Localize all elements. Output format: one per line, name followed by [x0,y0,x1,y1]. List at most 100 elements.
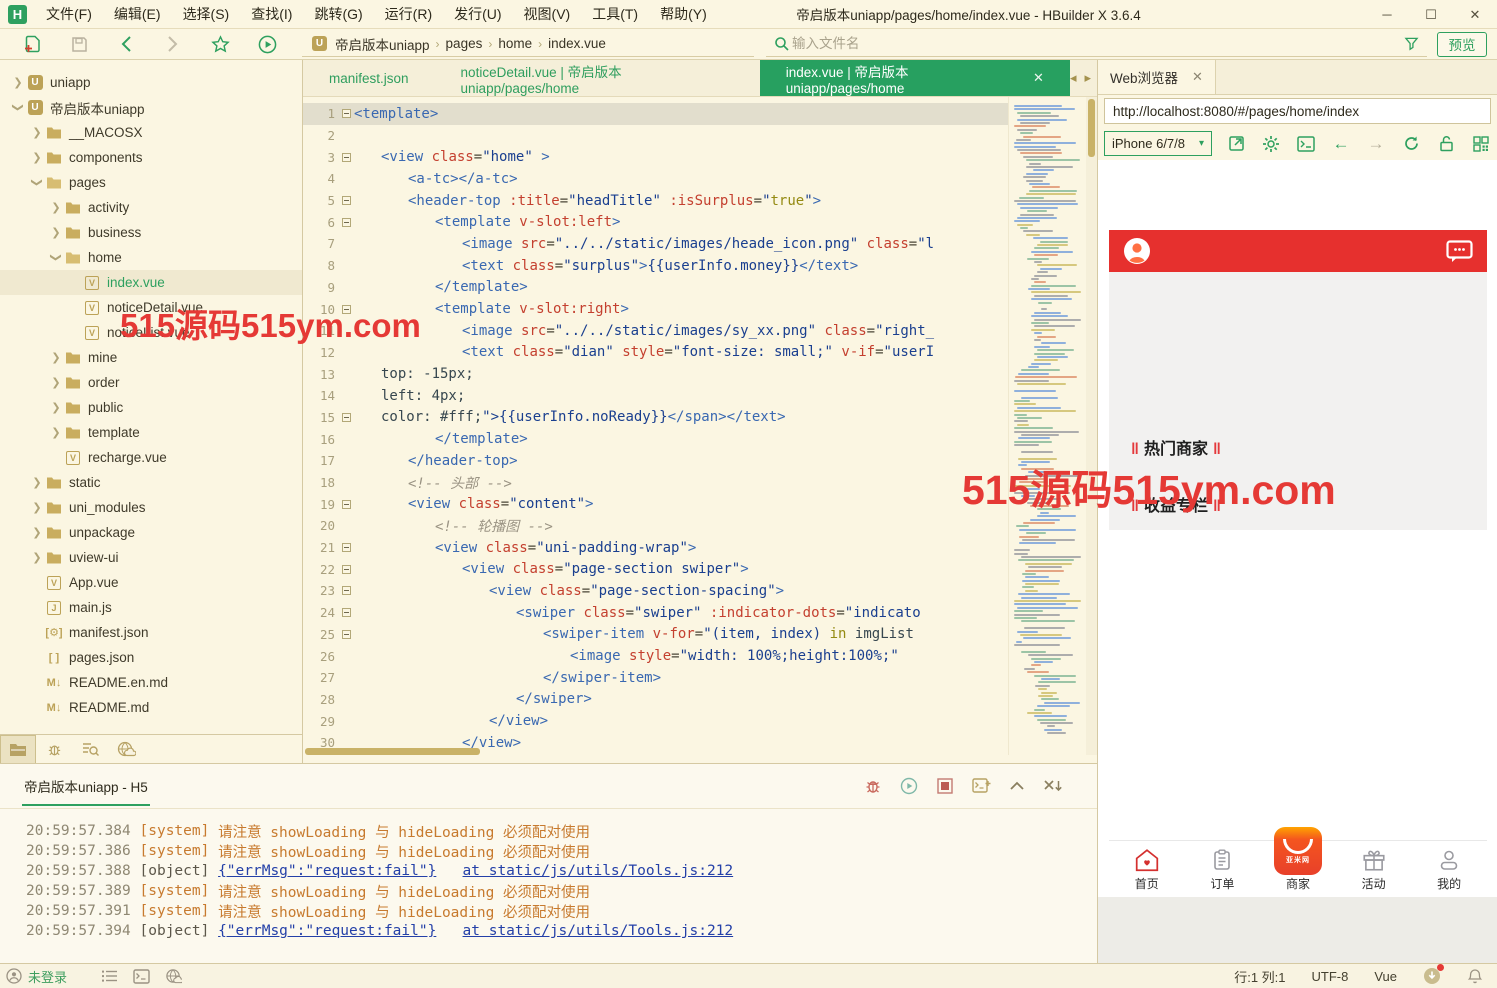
tree-item[interactable]: ❯template [0,420,302,445]
menu-item[interactable]: 查找(I) [240,0,303,28]
tabbar-item-profile[interactable]: 我的 [1411,841,1487,897]
tab-close-icon[interactable]: ✕ [1033,70,1044,86]
qrcode-icon[interactable] [1471,134,1491,154]
chevron-collapsed-icon[interactable]: ❯ [10,76,26,89]
tree-item[interactable]: ❯unpackage [0,520,302,545]
collapse-button[interactable] [1007,776,1027,796]
sidebar-tab-project-explorer[interactable] [0,735,36,763]
code-editor[interactable]: 1<template>23<view class="home" >4<a-tc>… [303,97,1097,755]
fold-marker-icon[interactable] [339,153,354,162]
tree-item[interactable]: ❯home [0,245,302,270]
menu-item[interactable]: 编辑(E) [103,0,172,28]
tree-item[interactable]: ❯pages [0,170,302,195]
close-button[interactable]: ✕ [1453,0,1497,29]
menu-item[interactable]: 选择(S) [172,0,241,28]
cursor-position[interactable]: 行:1 列:1 [1234,967,1285,986]
tree-item[interactable]: M↓README.md [0,695,302,720]
chevron-expanded-icon[interactable]: ❯ [50,250,63,266]
sidebar-tab-list-search[interactable] [72,735,108,763]
nav-forward-button[interactable] [158,32,188,56]
tabbar-item-gift[interactable]: 活动 [1336,841,1412,897]
tree-item[interactable]: M↓README.en.md [0,670,302,695]
tree-item[interactable]: Vrecharge.vue [0,445,302,470]
browser-tab[interactable]: Web浏览器 ✕ [1098,60,1216,94]
tree-item[interactable]: ❯components [0,145,302,170]
log-source-link[interactable]: at static/js/utils/Tools.js:212 [463,863,734,879]
new-console-button[interactable] [971,776,991,796]
menu-item[interactable]: 运行(R) [374,0,443,28]
tree-item[interactable]: ❯mine [0,345,302,370]
fold-marker-icon[interactable] [339,109,354,118]
tree-item[interactable]: [⚙]manifest.json [0,620,302,645]
avatar-icon[interactable] [1123,237,1151,265]
tree-item[interactable]: ❯Uuniapp [0,70,302,95]
minimap[interactable] [1008,97,1086,755]
globe-icon[interactable] [163,967,183,985]
open-external-icon[interactable] [1226,134,1246,154]
tree-item[interactable]: ❯public [0,395,302,420]
unlock-icon[interactable] [1436,134,1456,154]
chevron-collapsed-icon[interactable]: ❯ [48,351,64,364]
bell-icon[interactable] [1467,968,1483,985]
chevron-collapsed-icon[interactable]: ❯ [29,501,45,514]
editor-vertical-scrollbar[interactable] [1086,97,1097,755]
chevron-collapsed-icon[interactable]: ❯ [48,426,64,439]
terminal-icon[interactable] [131,967,151,985]
device-selector[interactable]: iPhone 6/7/8 ▾ [1104,131,1212,156]
tree-item[interactable]: ❯__MACOSX [0,120,302,145]
chevron-collapsed-icon[interactable]: ❯ [29,476,45,489]
fold-marker-icon[interactable] [339,413,354,422]
maximize-button[interactable]: ☐ [1409,0,1453,29]
editor-tab[interactable]: noticeDetail.vue | 帝启版本uniapp/pages/home [435,60,760,96]
refresh-icon[interactable] [1401,134,1421,154]
breadcrumb-item[interactable]: pages [442,36,487,51]
restart-button[interactable] [899,776,919,796]
forward-icon[interactable]: → [1366,134,1386,154]
chevron-collapsed-icon[interactable]: ❯ [29,526,45,539]
editor-tab[interactable]: manifest.json [303,60,435,96]
log-error-link[interactable]: {"errMsg":"request:fail"} [218,863,436,879]
file-search-input[interactable] [792,36,1401,51]
menu-item[interactable]: 发行(U) [443,0,512,28]
chevron-collapsed-icon[interactable]: ❯ [29,551,45,564]
list-icon[interactable] [99,967,119,985]
chevron-expanded-icon[interactable]: ❯ [12,100,25,116]
tree-item[interactable]: Jmain.js [0,595,302,620]
tree-item[interactable]: VApp.vue [0,570,302,595]
language-mode[interactable]: Vue [1374,969,1397,984]
nav-back-button[interactable] [111,32,141,56]
tree-item[interactable]: ❯static [0,470,302,495]
tabbar-item-orders[interactable]: 订单 [1185,841,1261,897]
menu-item[interactable]: 跳转(G) [303,0,373,28]
stop-button[interactable] [935,776,955,796]
tab-scroll-right-icon[interactable]: ▸ [1084,70,1091,86]
sidebar-tab-cloud[interactable] [108,735,144,763]
tabbar-item-home[interactable]: 首页 [1109,841,1185,897]
tabbar-item-merchant[interactable]: 亚米网商家 [1260,841,1336,897]
settings-icon[interactable] [1261,134,1281,154]
chevron-collapsed-icon[interactable]: ❯ [29,151,45,164]
update-download-icon[interactable] [1423,967,1441,985]
fold-marker-icon[interactable] [339,608,354,617]
browser-tab-close-icon[interactable]: ✕ [1192,69,1203,85]
close-panel-button[interactable] [1043,776,1063,796]
fold-marker-icon[interactable] [339,565,354,574]
preview-button[interactable]: 预览 [1437,32,1487,57]
chevron-collapsed-icon[interactable]: ❯ [48,376,64,389]
chevron-expanded-icon[interactable]: ❯ [31,175,44,191]
fold-marker-icon[interactable] [339,586,354,595]
tree-item[interactable]: [ ]pages.json [0,645,302,670]
console-icon[interactable] [1296,134,1316,154]
log-error-link[interactable]: {"errMsg":"request:fail"} [218,923,436,939]
tree-item[interactable]: ❯uview-ui [0,545,302,570]
filter-icon[interactable] [1401,34,1421,54]
run-button[interactable] [252,32,282,56]
breadcrumb-item[interactable]: 帝启版本uniapp [331,34,434,54]
menu-item[interactable]: 文件(F) [35,0,103,28]
back-icon[interactable]: ← [1331,134,1351,154]
tree-item[interactable]: ❯uni_modules [0,495,302,520]
encoding[interactable]: UTF-8 [1312,969,1349,984]
chevron-collapsed-icon[interactable]: ❯ [48,401,64,414]
sidebar-tab-debug[interactable] [36,735,72,763]
tree-item[interactable]: ❯U帝启版本uniapp [0,95,302,120]
